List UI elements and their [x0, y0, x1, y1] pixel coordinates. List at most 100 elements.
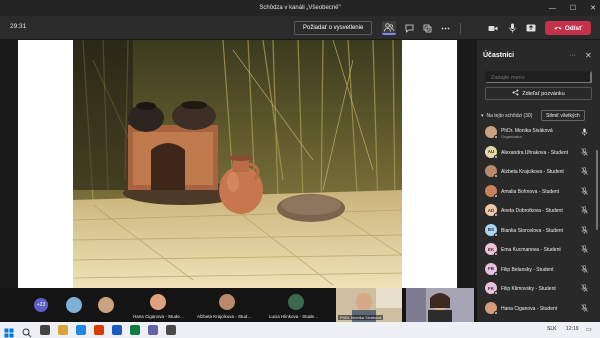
leave-label: Odísť — [564, 24, 583, 32]
mic-off-icon[interactable] — [581, 264, 588, 275]
mic-off-icon[interactable] — [581, 303, 588, 314]
file-explorer-icon[interactable] — [58, 325, 68, 335]
video-gallery: +23 Hana Ciganova - Stude… Alzbeta Krajc… — [0, 288, 476, 322]
participant-row[interactable]: AU Alexandra Uhrakova - Student — [477, 144, 595, 162]
ask-explanation-button[interactable]: Požiadať o vysvetlenie — [294, 21, 373, 35]
panel-more-icon[interactable]: ··· — [569, 52, 576, 59]
share-invite-button[interactable]: Zdieľať pozvánku — [485, 87, 592, 100]
camera-feed-1[interactable]: PhDr. Monika Siváková — [336, 288, 402, 322]
section-label: Na tejto schôdzi (30) — [486, 113, 533, 119]
teams-meeting-window: Schôdza v kanáli „Všeobecné" — ☐ ✕ 29:31… — [0, 0, 600, 338]
presence-status-icon — [494, 252, 498, 256]
leave-button[interactable]: Odísť — [545, 21, 591, 35]
presence-status-icon — [494, 232, 498, 237]
presence-status-icon — [494, 174, 498, 178]
app-icon[interactable] — [166, 325, 176, 335]
participant-row[interactable]: Amalia Bohnova - Student — [477, 183, 595, 201]
mic-off-icon[interactable] — [581, 167, 588, 177]
teams-icon[interactable] — [148, 325, 158, 335]
gallery-tile-2[interactable]: Alzbeta Krajcikova - Stud… — [194, 288, 260, 322]
mic-off-icon[interactable] — [581, 206, 588, 216]
panel-title: Účastníci — [483, 52, 515, 59]
keyboard-language[interactable]: SLK — [547, 326, 556, 332]
shared-content-stage: PaedDr. Bohdan Čagáň — [0, 40, 476, 324]
more-participants-badge[interactable]: +23 — [34, 298, 48, 312]
participant-row[interactable]: Hana Ciganova - Student — [477, 300, 595, 318]
participant-name: Hana Ciganova - Student — [501, 305, 558, 312]
gallery-tile-3[interactable]: Lucia Hlinkova - Stude… — [266, 288, 326, 322]
participant-name: Alzbeta Krajcikova - Student — [501, 169, 564, 175]
participant-name: Ema Kucmanova - Student — [501, 247, 561, 253]
chevron-down-icon: ▾ — [481, 113, 484, 119]
camera-feed-name: PhDr. Monika Siváková — [338, 315, 384, 320]
people-icon[interactable] — [382, 21, 396, 35]
shared-slide — [18, 40, 457, 288]
mute-all-button[interactable]: Stlmiť všetkých — [541, 110, 585, 121]
mic-off-icon[interactable] — [581, 245, 588, 255]
share-icon[interactable] — [524, 21, 538, 35]
task-view-icon[interactable] — [40, 325, 50, 335]
toolbar-separator — [460, 23, 461, 34]
windows-taskbar: SLK 12:19 ▭ — [0, 322, 600, 338]
participant-role: Organizátor — [501, 134, 522, 139]
participant-row[interactable]: Alzbeta Krajcikova - Student — [477, 163, 595, 181]
close-panel-icon[interactable]: ✕ — [585, 51, 592, 60]
browser-icon[interactable] — [76, 325, 86, 335]
microphone-icon[interactable] — [505, 21, 519, 35]
mic-off-icon[interactable] — [581, 225, 588, 236]
camera-feed-2[interactable] — [406, 288, 474, 322]
avatar[interactable] — [66, 297, 82, 313]
more-icon[interactable] — [438, 21, 452, 35]
panel-scrollbar[interactable] — [596, 150, 598, 230]
in-meeting-section-toggle[interactable]: ▾ Na tejto schôdzi (30) — [481, 113, 532, 119]
presence-status-icon — [494, 271, 498, 276]
participant-row[interactable]: PhDr. Monika Siváková Organizátor — [477, 124, 595, 142]
participant-row[interactable]: FB Filip Belansky - Student — [477, 261, 595, 279]
avatar[interactable] — [98, 297, 114, 313]
participant-name: Aneta Dobrotkova - Student — [501, 208, 563, 214]
mic-off-icon[interactable] — [581, 284, 588, 294]
minimize-button[interactable]: — — [549, 5, 556, 12]
participant-row[interactable]: FK Filip Klimovsky - Student — [477, 280, 595, 298]
meeting-timer: 29:31 — [10, 23, 27, 30]
participant-name: Filip Klimovsky - Student — [501, 286, 556, 292]
gallery-tile-name: Alzbeta Krajcikova - Stud… — [197, 314, 252, 319]
participant-search-input[interactable] — [485, 71, 592, 83]
participants-panel: Účastníci ··· ✕ Zdieľať pozvánku ▾ Na te… — [476, 40, 600, 322]
presence-status-icon — [494, 154, 498, 159]
window-title-bar: Schôdza v kanáli „Všeobecné" — ☐ ✕ — [0, 0, 600, 16]
meeting-toolbar: 29:31 Požiadať o vysvetlenie Odísť — [0, 16, 600, 40]
participant-row[interactable]: AD Aneta Dobrotkova - Student — [477, 202, 595, 220]
react-icon[interactable] — [420, 21, 434, 35]
close-window-button[interactable]: ✕ — [590, 4, 596, 12]
presence-status-icon — [494, 135, 498, 139]
excel-icon[interactable] — [130, 325, 140, 335]
share-invite-label: Zdieľať pozvánku — [522, 90, 565, 97]
microphone-icon[interactable] — [581, 128, 588, 138]
search-icon[interactable] — [22, 325, 32, 338]
powerpoint-icon[interactable] — [94, 325, 104, 335]
camera-icon[interactable] — [486, 21, 500, 35]
avatar — [288, 294, 304, 310]
gallery-tile-name: Hana Ciganova - Stude… — [133, 314, 185, 319]
maximize-button[interactable]: ☐ — [570, 4, 576, 12]
clock-time[interactable]: 12:19 — [566, 326, 579, 332]
gallery-tile-name: Lucia Hlinkova - Stude… — [269, 314, 319, 319]
gallery-tile-1[interactable]: Hana Ciganova - Stude… — [130, 288, 186, 322]
presence-status-icon — [494, 193, 498, 198]
chat-icon[interactable] — [402, 21, 416, 35]
phone-hangup-icon — [554, 25, 562, 32]
mic-off-icon[interactable] — [581, 186, 588, 197]
notifications-icon[interactable]: ▭ — [586, 326, 592, 333]
participant-row[interactable]: EK Ema Kucmanova - Student — [477, 241, 595, 259]
participant-name: Filip Belansky - Student — [501, 266, 554, 273]
presence-status-icon — [494, 291, 498, 295]
avatar — [219, 294, 235, 310]
presence-status-icon — [494, 310, 498, 315]
word-icon[interactable] — [112, 325, 122, 335]
mic-off-icon[interactable] — [581, 147, 588, 158]
windows-start-icon[interactable] — [4, 325, 14, 338]
participant-name: Bianka Storcelova - Student — [501, 227, 563, 234]
window-title: Schôdza v kanáli „Všeobecné" — [259, 5, 341, 11]
participant-row[interactable]: BS Bianka Storcelova - Student — [477, 222, 595, 240]
